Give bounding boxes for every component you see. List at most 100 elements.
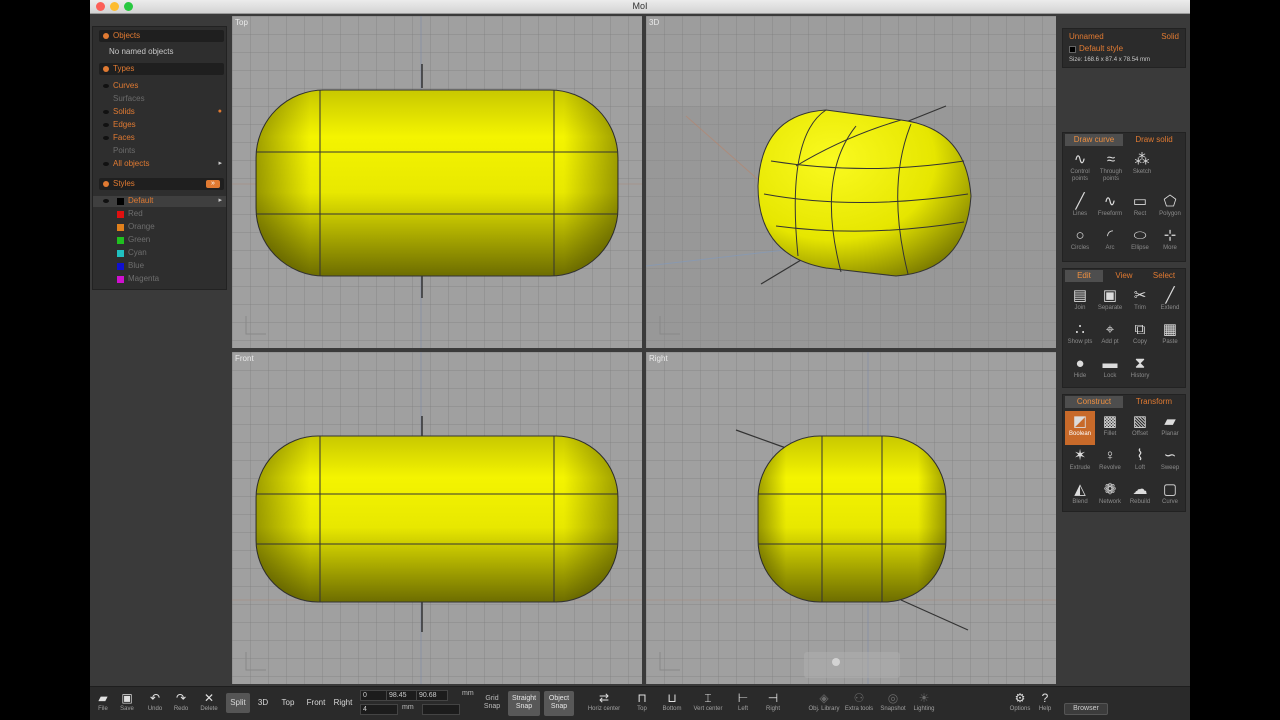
visibility-eye-icon[interactable] [103, 136, 109, 140]
lines-tool[interactable]: ╱ Lines [1065, 191, 1095, 225]
coord-row2-field[interactable]: 4 [360, 704, 398, 715]
horiz-center-button[interactable]: ⇄ Horiz center [584, 691, 624, 713]
freeform-tool[interactable]: ∿ Freeform [1095, 191, 1125, 225]
vert-center-button[interactable]: ⌶ Vert center [690, 691, 726, 713]
rebuild-tool[interactable]: ☁ Rebuild [1125, 479, 1155, 513]
object-name[interactable]: Unnamed [1069, 32, 1104, 41]
save-label: Save [120, 706, 134, 712]
obj-library-button[interactable]: ◈ Obj. Library [806, 691, 842, 713]
tool-label: Loft [1134, 465, 1145, 471]
copy-tool[interactable]: ⧉ Copy [1125, 319, 1155, 353]
tool-label: Add pt [1101, 339, 1119, 345]
help-button[interactable]: ? Help [1034, 691, 1056, 713]
tab-draw-curve[interactable]: Draw curve [1065, 134, 1123, 146]
tab-select[interactable]: Select [1145, 270, 1183, 282]
align-bottom-button[interactable]: ⊔ Bottom [656, 691, 688, 713]
object-snap-toggle[interactable]: Object Snap [544, 691, 574, 716]
hide-tool[interactable]: ● Hide [1065, 353, 1095, 387]
viewport-top[interactable]: Top [232, 16, 642, 348]
history-tool[interactable]: ⧗ History [1125, 353, 1155, 387]
align-top-button[interactable]: ⊓ Top [628, 691, 656, 713]
tab-view[interactable]: View [1105, 270, 1143, 282]
sweep-tool[interactable]: ∽ Sweep [1155, 445, 1185, 479]
tool-label: Ellipse [1131, 245, 1149, 251]
coord-y-field[interactable]: 98.45 [386, 690, 418, 701]
grid-snap-toggle[interactable]: Grid Snap [480, 691, 504, 716]
more-icon: ⊹ [1163, 227, 1177, 244]
align-right-button[interactable]: ⊣ Right [760, 691, 786, 713]
visibility-eye-icon[interactable] [103, 110, 109, 114]
delete-button[interactable]: ✕ Delete [196, 691, 222, 713]
add-pt-tool[interactable]: ⌖ Add pt [1095, 319, 1125, 353]
types-header[interactable]: Types [99, 63, 224, 75]
help-label: Help [1038, 706, 1052, 712]
align-left-button[interactable]: ⊢ Left [730, 691, 756, 713]
ellipse-tool[interactable]: ⬭ Ellipse [1125, 225, 1155, 259]
planar-tool[interactable]: ▰ Planar [1155, 411, 1185, 445]
view-top-button[interactable]: Top [276, 693, 300, 713]
offset-tool[interactable]: ▧ Offset [1125, 411, 1155, 445]
blend-tool[interactable]: ◭ Blend [1065, 479, 1095, 513]
revolve-tool[interactable]: ♀ Revolve [1095, 445, 1125, 479]
viewport-3d[interactable]: 3D [646, 16, 1056, 348]
file-button[interactable]: ▰ File [92, 691, 114, 713]
join-tool[interactable]: ▤ Join [1065, 285, 1095, 319]
polygon-tool[interactable]: ⬠ Polygon [1155, 191, 1185, 225]
network-tool[interactable]: ❁ Network [1095, 479, 1125, 513]
sketch-tool[interactable]: ⁂ Sketch [1127, 149, 1157, 183]
styles-header[interactable]: Styles » [99, 178, 224, 190]
through-points-tool[interactable]: ≈ Through points [1096, 149, 1126, 183]
extrude-tool[interactable]: ✶ Extrude [1065, 445, 1095, 479]
style-swatch[interactable] [1069, 46, 1076, 53]
visibility-eye-icon[interactable] [103, 84, 109, 88]
tool-label: Obj. Library [808, 706, 840, 712]
tab-transform[interactable]: Transform [1125, 396, 1183, 408]
rect-tool[interactable]: ▭ Rect [1125, 191, 1155, 225]
object-style[interactable]: Default style [1079, 44, 1123, 53]
view-3d-button[interactable]: 3D [252, 693, 274, 713]
boolean-tool[interactable]: ◩ Boolean [1065, 411, 1095, 445]
loft-tool[interactable]: ⌇ Loft [1125, 445, 1155, 479]
style-row-default[interactable]: Default ▸ [93, 196, 226, 207]
viewport-front[interactable]: Front [232, 352, 642, 684]
curve-tool[interactable]: ▢ Curve [1155, 479, 1185, 513]
tab-draw-solid[interactable]: Draw solid [1125, 134, 1183, 146]
control-points-tool[interactable]: ∿ Control points [1065, 149, 1095, 183]
paste-tool[interactable]: ▦ Paste [1155, 319, 1185, 353]
view-front-button[interactable]: Front [302, 693, 330, 713]
straight-snap-toggle[interactable]: Straight Snap [508, 691, 540, 716]
lighting-icon: ☀ [918, 691, 930, 705]
edit-panel: Edit View Select ▤ Join ▣ Separate ✂ Trim ╱… [1062, 268, 1186, 388]
arc-tool[interactable]: ◜ Arc [1095, 225, 1125, 259]
view-split-button[interactable]: Split [226, 693, 250, 713]
fillet-tool[interactable]: ▩ Fillet [1095, 411, 1125, 445]
trim-tool[interactable]: ✂ Trim [1125, 285, 1155, 319]
snapshot-button[interactable]: ◎ Snapshot [876, 691, 910, 713]
tab-edit[interactable]: Edit [1065, 270, 1103, 282]
visibility-eye-icon[interactable] [103, 162, 109, 166]
visibility-eye-icon[interactable] [103, 199, 109, 203]
undo-button[interactable]: ↶ Undo [144, 691, 166, 713]
extra-tools-button[interactable]: ⚇ Extra tools [842, 691, 876, 713]
visibility-eye-icon[interactable] [103, 123, 109, 127]
show-pts-tool[interactable]: ∴ Show pts [1065, 319, 1095, 353]
save-button[interactable]: ▣ Save [116, 691, 138, 713]
separate-tool[interactable]: ▣ Separate [1095, 285, 1125, 319]
lock-icon: ▬ [1102, 355, 1118, 372]
lock-tool[interactable]: ▬ Lock [1095, 353, 1125, 387]
tab-construct[interactable]: Construct [1065, 396, 1123, 408]
viewport-right[interactable]: Right [646, 352, 1056, 684]
circles-tool[interactable]: ○ Circles [1065, 225, 1095, 259]
objects-header[interactable]: Objects [99, 30, 224, 42]
browser-button[interactable]: Browser [1064, 703, 1108, 715]
view-right-button[interactable]: Right [330, 693, 356, 713]
redo-button[interactable]: ↷ Redo [170, 691, 192, 713]
coord-z-field[interactable]: 90.68 [416, 690, 448, 701]
more-tool[interactable]: ⊹ More [1155, 225, 1185, 259]
lighting-button[interactable]: ☀ Lighting [908, 691, 940, 713]
coord-row2-field-b[interactable] [422, 704, 460, 715]
tool-label: More [1163, 245, 1177, 251]
edit-styles-button[interactable]: » [206, 180, 220, 188]
options-button[interactable]: ⚙ Options [1006, 691, 1034, 713]
extend-tool[interactable]: ╱ Extend [1155, 285, 1185, 319]
